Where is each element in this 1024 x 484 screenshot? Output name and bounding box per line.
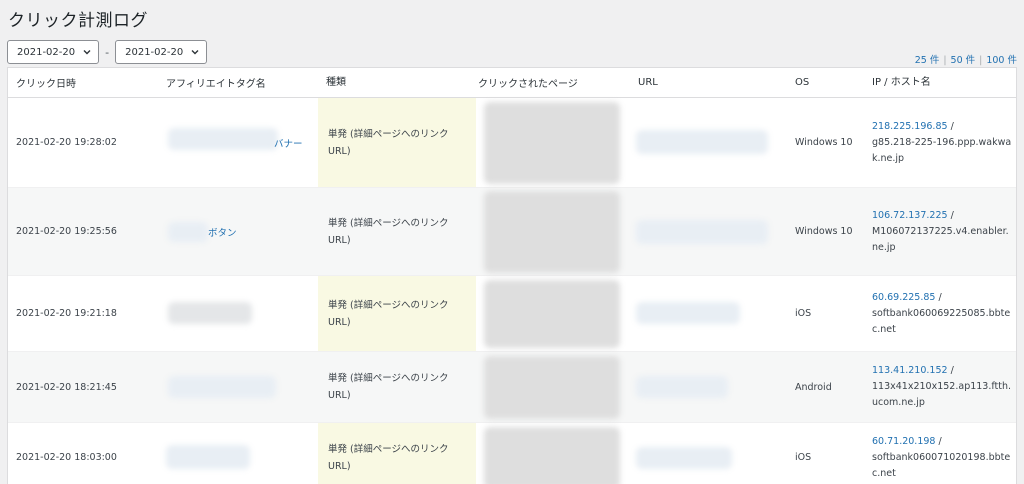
redacted-page-thumbnail bbox=[484, 191, 620, 273]
affiliate-tag-link[interactable]: ボタン bbox=[208, 225, 237, 239]
table-row: 2021-02-20 18:21:45 単発 (詳細ページへのリンクURL) A… bbox=[8, 352, 1016, 423]
ip-separator: / bbox=[947, 120, 954, 132]
column-header-url[interactable]: URL bbox=[638, 68, 788, 97]
ip-host-cell: 60.69.225.85 / softbank060069225085.bbte… bbox=[872, 276, 1014, 351]
date-filter: 2021-02-20 - 2021-02-20 bbox=[7, 40, 208, 64]
ip-address-link[interactable]: 218.225.196.85 bbox=[872, 121, 948, 132]
host-name: softbank060069225085.bbtec.net bbox=[872, 307, 1011, 335]
click-type: 単発 (詳細ページへのリンクURL) bbox=[328, 299, 449, 328]
host-name: 113x41x210x152.ap113.ftth.ucom.ne.jp bbox=[872, 381, 1012, 408]
ip-separator: / bbox=[935, 291, 942, 303]
click-datetime: 2021-02-20 18:21:45 bbox=[16, 381, 117, 393]
affiliate-tag-name bbox=[166, 276, 316, 351]
column-header-os[interactable]: OS bbox=[795, 68, 865, 97]
per-page-25-link[interactable]: 25 件 bbox=[915, 55, 940, 66]
ip-host-cell: 218.225.196.85 / g85.218-225-196.ppp.wak… bbox=[872, 98, 1014, 187]
per-page-100-link[interactable]: 100 件 bbox=[986, 55, 1017, 66]
ip-host-cell: 113.41.210.152 / 113x41x210x152.ap113.ft… bbox=[872, 352, 1014, 422]
ip-address-link[interactable]: 60.69.225.85 bbox=[872, 292, 935, 303]
column-header-date[interactable]: クリック日時 bbox=[16, 68, 166, 97]
ip-separator: / bbox=[947, 365, 954, 376]
ip-address-link[interactable]: 60.71.20.198 bbox=[872, 436, 935, 447]
click-datetime: 2021-02-20 19:28:02 bbox=[16, 137, 117, 148]
column-header-ip[interactable]: IP / ホスト名 bbox=[872, 68, 1014, 97]
click-datetime: 2021-02-20 18:03:00 bbox=[16, 452, 117, 463]
column-header-page[interactable]: クリックされたページ bbox=[478, 68, 628, 97]
table-header: クリック日時 アフィリエイトタグ名 種類 クリックされたページ URL OS I… bbox=[8, 68, 1016, 98]
affiliate-tag-name bbox=[166, 352, 316, 422]
redacted-url bbox=[636, 376, 728, 398]
redacted-page-thumbnail bbox=[484, 102, 620, 184]
ip-host-cell: 60.71.20.198 / softbank060071020198.bbte… bbox=[872, 423, 1014, 484]
per-page-divider: | bbox=[979, 55, 983, 66]
affiliate-tag-link[interactable]: バナー bbox=[274, 136, 303, 150]
ip-address-link[interactable]: 106.72.137.225 bbox=[872, 210, 948, 221]
redacted-url bbox=[636, 447, 732, 469]
affiliate-tag-name: ボタン bbox=[166, 188, 316, 275]
ip-address-link[interactable]: 113.41.210.152 bbox=[872, 365, 948, 376]
chevron-down-icon bbox=[83, 50, 91, 55]
per-page-divider: | bbox=[943, 55, 947, 66]
os-name: Windows 10 bbox=[795, 137, 853, 148]
os-name: Android bbox=[795, 381, 832, 393]
click-type: 単発 (詳細ページへのリンクURL) bbox=[328, 217, 449, 246]
redacted-page-thumbnail bbox=[484, 356, 620, 419]
table-row: 2021-02-20 19:21:18 単発 (詳細ページへのリンクURL) i… bbox=[8, 276, 1016, 352]
redacted-url bbox=[636, 220, 768, 244]
os-name: iOS bbox=[795, 308, 812, 319]
redacted-url bbox=[636, 130, 768, 154]
date-separator: - bbox=[105, 45, 110, 59]
date-to-select[interactable]: 2021-02-20 bbox=[115, 40, 208, 64]
date-from-value: 2021-02-20 bbox=[17, 46, 76, 58]
host-name: M106072137225.v4.enabler.ne.jp bbox=[872, 225, 1009, 253]
table-row: 2021-02-20 19:28:02 バナー 単発 (詳細ページへのリンクUR… bbox=[8, 98, 1016, 188]
redacted-page-thumbnail bbox=[484, 280, 620, 348]
column-header-tag[interactable]: アフィリエイトタグ名 bbox=[166, 68, 316, 97]
click-type: 単発 (詳細ページへのリンクURL) bbox=[328, 443, 449, 472]
ip-separator: / bbox=[935, 435, 942, 447]
click-log-table: クリック日時 アフィリエイトタグ名 種類 クリックされたページ URL OS I… bbox=[7, 67, 1017, 484]
os-name: Windows 10 bbox=[795, 226, 853, 237]
click-type: 単発 (詳細ページへのリンクURL) bbox=[328, 128, 449, 157]
table-row: 2021-02-20 18:03:00 単発 (詳細ページへのリンクURL) i… bbox=[8, 423, 1016, 484]
click-type: 単発 (詳細ページへのリンクURL) bbox=[328, 373, 449, 401]
redacted-url bbox=[636, 302, 740, 324]
column-header-type[interactable]: 種類 bbox=[318, 68, 476, 97]
date-from-select[interactable]: 2021-02-20 bbox=[7, 40, 100, 64]
table-row: 2021-02-20 19:25:56 ボタン 単発 (詳細ページへのリンクUR… bbox=[8, 188, 1016, 276]
ip-host-cell: 106.72.137.225 / M106072137225.v4.enable… bbox=[872, 188, 1014, 275]
click-datetime: 2021-02-20 19:25:56 bbox=[16, 226, 117, 237]
host-name: softbank060071020198.bbtec.net bbox=[872, 451, 1011, 479]
os-name: iOS bbox=[795, 452, 812, 463]
page-title: クリック計測ログ bbox=[8, 11, 148, 31]
affiliate-tag-name bbox=[166, 423, 316, 484]
date-to-value: 2021-02-20 bbox=[125, 46, 184, 58]
chevron-down-icon bbox=[191, 50, 199, 55]
per-page-selector: 25 件 | 50 件 | 100 件 bbox=[915, 52, 1017, 66]
affiliate-tag-name: バナー bbox=[166, 98, 316, 187]
per-page-50-link[interactable]: 50 件 bbox=[951, 55, 976, 66]
click-datetime: 2021-02-20 19:21:18 bbox=[16, 308, 117, 319]
host-name: g85.218-225-196.ppp.wakwak.ne.jp bbox=[872, 136, 1012, 164]
ip-separator: / bbox=[947, 209, 954, 221]
redacted-page-thumbnail bbox=[484, 427, 620, 484]
